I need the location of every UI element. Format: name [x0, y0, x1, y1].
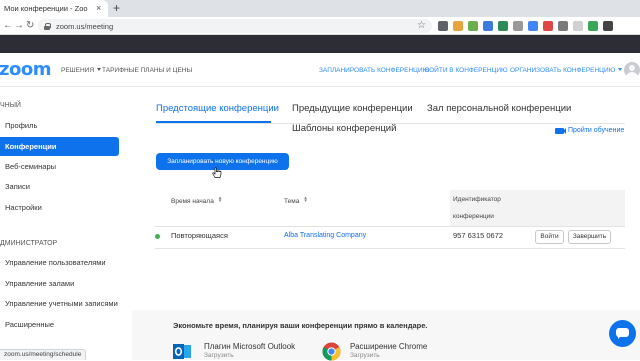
table-row-divider: [155, 248, 625, 249]
sidebar-item-meetings[interactable]: Конференции: [0, 137, 119, 156]
chevron-down-icon: [97, 68, 102, 71]
lock-icon: [44, 22, 51, 30]
video-icon: [555, 127, 566, 134]
chrome-extension-name: Расширение Chrome: [350, 342, 428, 351]
chrome-extension-download[interactable]: Загрузить: [350, 352, 380, 360]
browser-extension-icon[interactable]: [498, 21, 508, 31]
nav-solutions-label: РЕШЕНИЯ: [61, 67, 95, 74]
sidebar-item-room-management[interactable]: Управление залами: [0, 274, 119, 293]
browser-extension-icon[interactable]: [513, 21, 523, 31]
tab-previous-meetings[interactable]: Предыдущие конференции: [292, 103, 413, 115]
bookmark-star-icon[interactable]: ☆: [417, 19, 426, 33]
outlook-plugin-name: Плагин Microsoft Outlook: [204, 342, 296, 351]
browser-extension-icon[interactable]: [543, 21, 553, 31]
browser-extension-icon[interactable]: [528, 21, 538, 31]
zoom-top-nav: zoom РЕШЕНИЯ ТАРИФНЫЕ ПЛАНЫ И ЦЕНЫ ЗАПЛА…: [0, 53, 640, 87]
column-header-start-time[interactable]: Время начала▲ ▼: [171, 195, 223, 206]
sidebar-item-user-management[interactable]: Управление пользователями: [0, 253, 119, 272]
tab-upcoming-meetings[interactable]: Предстоящие конференции: [156, 103, 279, 115]
nav-host-meeting-label: ОРГАНИЗОВАТЬ КОНФЕРЕНЦИЮ: [510, 67, 616, 74]
column-header-meeting-id: Идентификатор: [453, 196, 501, 203]
browser-extension-icon[interactable]: [483, 21, 493, 31]
tutorial-link[interactable]: Пройти обучение: [555, 126, 624, 135]
nav-solutions[interactable]: РЕШЕНИЯ: [61, 66, 102, 75]
sidebar-heading-personal: ЧНЫЙ: [0, 102, 21, 109]
browser-extension-icon[interactable]: [438, 21, 448, 31]
browser-toolbar: ← → ↻ zoom.us/meeting ☆: [0, 17, 640, 35]
column-header-topic-label: Тема: [284, 198, 300, 205]
tutorial-link-label: Пройти обучение: [568, 127, 625, 134]
browser-extension-icon[interactable]: [558, 21, 568, 31]
zoom-logo[interactable]: zoom: [0, 60, 51, 80]
tabs-divider: [155, 123, 625, 124]
meeting-topic-link[interactable]: Alba Translating Company: [284, 231, 366, 241]
browser-tabstrip: Мои конференции - Zoom × +: [0, 0, 640, 17]
outlook-plugin-download[interactable]: Загрузить: [204, 352, 234, 360]
browser-extension-icon[interactable]: [603, 21, 613, 31]
nav-join-meeting[interactable]: ВОЙТИ В КОНФЕРЕНЦИЮ: [425, 66, 508, 75]
column-header-start-time-label: Время начала: [171, 198, 214, 205]
start-meeting-button[interactable]: Войти: [535, 230, 564, 244]
sort-icon: ▲ ▼: [303, 195, 308, 203]
end-meeting-button[interactable]: Завершить: [568, 230, 611, 244]
tab-meeting-templates[interactable]: Шаблоны конференций: [292, 123, 396, 135]
sidebar-item-profile[interactable]: Профиль: [0, 116, 119, 135]
sidebar-item-recordings[interactable]: Записи: [0, 177, 119, 196]
chevron-down-icon: [618, 68, 623, 71]
sidebar-heading-admin: ДМИНИСТРАТОР: [0, 240, 58, 247]
reload-icon[interactable]: ↻: [26, 19, 34, 33]
chrome-icon: [322, 342, 341, 361]
column-header-topic[interactable]: Тема▲ ▼: [284, 195, 308, 206]
sidebar-item-account-management[interactable]: Управление учетными записями: [0, 294, 119, 313]
column-header-meeting-id-line2: конференции: [453, 213, 494, 220]
meeting-id: 957 6315 0672: [453, 231, 504, 240]
status-indicator: [155, 234, 160, 239]
hand-cursor-icon: [212, 167, 222, 178]
new-tab-icon[interactable]: +: [113, 1, 120, 15]
sort-icon: ▲ ▼: [217, 195, 223, 203]
sidebar-item-advanced[interactable]: Расширенные: [0, 315, 119, 334]
table-header-divider: [155, 226, 625, 227]
sidebar-item-webinars[interactable]: Веб-семинары: [0, 157, 119, 176]
bookmarks-bar: [0, 35, 640, 53]
browser-status-bar: zoom.us/meeting/schedule: [0, 349, 87, 360]
promo-title: Экономьте время, планируя ваши конференц…: [173, 321, 428, 330]
address-bar[interactable]: zoom.us/meeting: [38, 19, 432, 33]
back-icon[interactable]: ←: [3, 19, 13, 33]
browser-extension-icon[interactable]: [468, 21, 478, 31]
tab-personal-meeting-room[interactable]: Зал персональной конференции: [427, 103, 571, 115]
chat-bubble-icon: [616, 328, 629, 339]
nav-schedule-meeting[interactable]: ЗАПЛАНИРОВАТЬ КОНФЕРЕНЦИЮ: [319, 66, 429, 75]
browser-tab-title: Мои конференции - Zoom: [4, 4, 88, 13]
nav-host-meeting[interactable]: ОРГАНИЗОВАТЬ КОНФЕРЕНЦИЮ: [510, 66, 623, 75]
address-bar-url: zoom.us/meeting: [56, 21, 114, 31]
outlook-icon: [173, 344, 191, 359]
forward-icon[interactable]: →: [14, 19, 24, 33]
sidebar-item-settings[interactable]: Настройки: [0, 198, 119, 217]
meeting-start-time: Повторяющаяся: [171, 231, 228, 240]
nav-plans-pricing[interactable]: ТАРИФНЫЕ ПЛАНЫ И ЦЕНЫ: [102, 66, 192, 75]
browser-extension-icon[interactable]: [453, 21, 463, 31]
browser-tab[interactable]: Мои конференции - Zoom ×: [0, 0, 108, 17]
close-tab-icon[interactable]: ×: [96, 3, 101, 13]
browser-extension-icon[interactable]: [573, 21, 583, 31]
avatar[interactable]: [624, 62, 640, 78]
browser-extension-icon[interactable]: [588, 21, 598, 31]
chat-button[interactable]: [609, 320, 636, 347]
sidebar: ЧНЫЙ Профиль Конференции Веб-семинары За…: [0, 88, 132, 360]
